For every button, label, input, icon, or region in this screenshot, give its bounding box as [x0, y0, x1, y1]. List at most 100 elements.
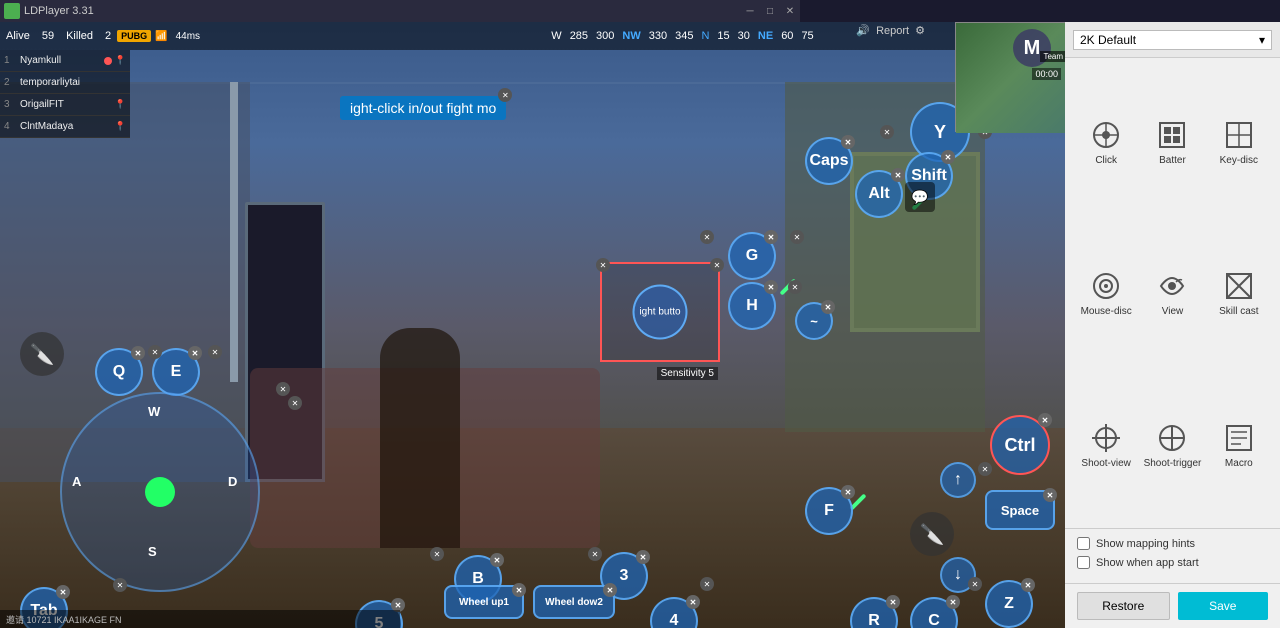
remove-key-button[interactable]: ✕ — [603, 583, 617, 597]
remove-button[interactable]: ✕ — [788, 280, 802, 294]
hud-actions: 🔊 Report ⚙ — [856, 24, 925, 37]
mouse-disc-tool[interactable]: Mouse-disc — [1073, 217, 1139, 368]
batter-tool[interactable]: Batter — [1139, 66, 1205, 217]
right-panel: 2K Default ▾ Click — [1065, 22, 1280, 628]
key-disc-tool[interactable]: Key-disc — [1206, 66, 1272, 217]
remove-key-button[interactable]: ✕ — [1043, 488, 1057, 502]
preset-label: 2K Default — [1080, 33, 1136, 47]
close-button[interactable]: ✕ — [780, 0, 800, 22]
report-button[interactable]: Report — [876, 25, 909, 37]
key-q-button[interactable]: Q✕ — [95, 348, 143, 396]
view-tool[interactable]: View — [1139, 217, 1205, 368]
remove-key-button[interactable]: ✕ — [764, 230, 778, 244]
maximize-button[interactable]: □ — [760, 0, 780, 22]
show-hints-checkbox[interactable] — [1077, 537, 1090, 550]
timer-display: 00:00 — [1032, 68, 1061, 80]
shoot-trigger-tool[interactable]: Shoot-trigger — [1139, 369, 1205, 520]
remove-button[interactable]: ✕ — [700, 577, 714, 591]
remove-button[interactable]: ✕ — [790, 230, 804, 244]
preset-select[interactable]: 2K Default ▾ — [1073, 30, 1272, 50]
macro-label: Macro — [1225, 458, 1253, 469]
weapon-icon: 🔪 — [20, 332, 64, 376]
player-item: 4 ClntMadaya 📍 — [0, 116, 130, 138]
remove-button[interactable]: ✕ — [430, 547, 444, 561]
remove-button[interactable]: ✕ — [113, 578, 127, 592]
remove-key-button[interactable]: ✕ — [188, 346, 202, 360]
chat-button[interactable]: 💬 — [905, 182, 935, 212]
remove-key-button[interactable]: ✕ — [490, 553, 504, 567]
show-start-checkbox[interactable] — [1077, 556, 1090, 569]
remove-button[interactable]: ✕ — [968, 577, 982, 591]
settings-icon[interactable]: ⚙ — [915, 24, 925, 37]
wasd-a-label: A — [72, 474, 81, 489]
save-button[interactable]: Save — [1178, 592, 1269, 620]
remove-key-button[interactable]: ✕ — [946, 595, 960, 609]
mouse-disc-icon — [1088, 268, 1124, 304]
key-alt-button[interactable]: Alt✕ — [855, 170, 903, 218]
skill-cast-label: Skill cast — [1219, 306, 1258, 317]
hud-bar: Alive 59 Killed 2 PUBG 📶 44ms W 285 300 … — [0, 22, 1065, 50]
remove-button[interactable]: ✕ — [288, 396, 302, 410]
remove-key-button[interactable]: ✕ — [131, 346, 145, 360]
remove-key-button[interactable]: ✕ — [821, 300, 835, 314]
remove-joystick-button[interactable]: ✕ — [276, 382, 290, 396]
wasd-s-label: S — [148, 544, 157, 559]
shoot-view-tool[interactable]: Shoot-view — [1073, 369, 1139, 520]
joystick-area[interactable]: W A S D ✕ — [60, 392, 280, 592]
key-wheelup-button[interactable]: Wheel up1✕ — [444, 585, 524, 619]
remove-button[interactable]: ✕ — [208, 345, 222, 359]
remove-key-button[interactable]: ✕ — [1021, 578, 1035, 592]
batter-icon — [1154, 117, 1190, 153]
click-tool[interactable]: Click — [1073, 66, 1139, 217]
bottom-buttons: Restore Save — [1065, 583, 1280, 628]
signal-icon: 📶 — [155, 31, 167, 42]
arrow-up-button[interactable]: ↑ — [940, 462, 976, 498]
pubg-badge: PUBG — [117, 30, 151, 42]
remove-key-button[interactable]: ✕ — [841, 485, 855, 499]
remove-key-button[interactable]: ✕ — [891, 168, 905, 182]
remove-key-button[interactable]: ✕ — [886, 595, 900, 609]
key-g-button[interactable]: G✕ — [728, 232, 776, 280]
remove-key-button[interactable]: ✕ — [841, 135, 855, 149]
options-section: Show mapping hints Show when app start — [1065, 528, 1280, 583]
remove-button[interactable]: ✕ — [978, 462, 992, 476]
key-ctrl-button[interactable]: Ctrl✕ — [990, 415, 1050, 475]
minimize-button[interactable]: ─ — [740, 0, 760, 22]
key-wheeldown-button[interactable]: Wheel dow2✕ — [533, 585, 615, 619]
key-h-button[interactable]: H✕ — [728, 282, 776, 330]
remove-key-button[interactable]: ✕ — [512, 583, 526, 597]
key-tilde-button[interactable]: ~✕ — [795, 302, 833, 340]
minimap: M Team 00:00 — [955, 22, 1065, 132]
key-disc-icon — [1221, 117, 1257, 153]
remove-key-button[interactable]: ✕ — [764, 280, 778, 294]
key-f-button[interactable]: F✕ — [805, 487, 853, 535]
remove-button[interactable]: ✕ — [148, 345, 162, 359]
remove-crosshair-button[interactable]: ✕ — [710, 258, 724, 272]
key-caps-button[interactable]: Caps✕ — [805, 137, 853, 185]
key-z-button[interactable]: Z✕ — [985, 580, 1033, 628]
secondary-weapon-icon: 🔪 — [910, 512, 954, 556]
remove-key-button[interactable]: ✕ — [941, 150, 955, 164]
shoot-view-icon — [1088, 420, 1124, 456]
skill-cast-tool[interactable]: Skill cast — [1206, 217, 1272, 368]
show-start-option: Show when app start — [1077, 556, 1268, 569]
remove-button[interactable]: ✕ — [880, 125, 894, 139]
remove-crosshair-tl-button[interactable]: ✕ — [596, 258, 610, 272]
skill-cast-icon — [1221, 268, 1257, 304]
player-item: 1 Nyamkull 📍 — [0, 50, 130, 72]
player-item: 2 temporarliytai — [0, 72, 130, 94]
coords-text: 邀请 10721 IKAA1IKAGE FN — [6, 613, 122, 626]
restore-button[interactable]: Restore — [1077, 592, 1170, 620]
compass: W 285 300 NW 330 345 N 15 30 NE 60 75 — [300, 22, 1065, 50]
remove-button[interactable]: ✕ — [588, 547, 602, 561]
key-space-button[interactable]: Space✕ — [985, 490, 1055, 530]
crosshair-area[interactable]: ight butto Sensitivity 5 ✕ ✕ — [600, 262, 720, 362]
remove-key-button[interactable]: ✕ — [636, 550, 650, 564]
remove-key-button[interactable]: ✕ — [1038, 413, 1052, 427]
macro-tool[interactable]: Macro — [1206, 369, 1272, 520]
sound-icon[interactable]: 🔊 — [856, 24, 870, 37]
remove-button[interactable]: ✕ — [700, 230, 714, 244]
team-label: Team — [1040, 51, 1065, 62]
remove-key-button[interactable]: ✕ — [686, 595, 700, 609]
ping-display: 44ms — [176, 31, 200, 42]
